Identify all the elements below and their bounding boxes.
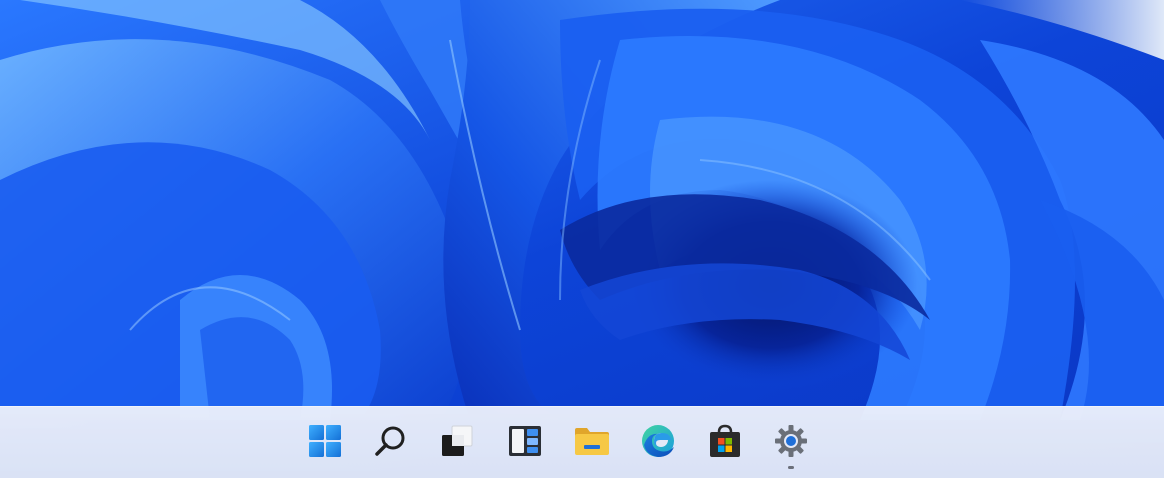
store-icon xyxy=(710,424,740,457)
folder-icon xyxy=(575,428,609,455)
widgets-icon xyxy=(509,426,541,456)
settings-button[interactable] xyxy=(771,421,811,469)
gear-icon xyxy=(775,425,807,457)
running-indicator xyxy=(788,466,794,469)
desktop-screen xyxy=(0,0,1164,478)
edge-button[interactable] xyxy=(638,421,678,461)
widgets-button[interactable] xyxy=(505,421,545,461)
task-view-button[interactable] xyxy=(437,421,477,461)
file-explorer-button[interactable] xyxy=(572,421,612,461)
search-icon xyxy=(375,426,405,456)
windows-logo-icon xyxy=(309,425,341,457)
taskbar xyxy=(0,406,1164,478)
task-view-icon xyxy=(442,425,473,456)
edge-icon xyxy=(642,425,674,457)
start-button[interactable] xyxy=(305,421,345,461)
store-button[interactable] xyxy=(705,421,745,461)
search-button[interactable] xyxy=(371,421,411,461)
